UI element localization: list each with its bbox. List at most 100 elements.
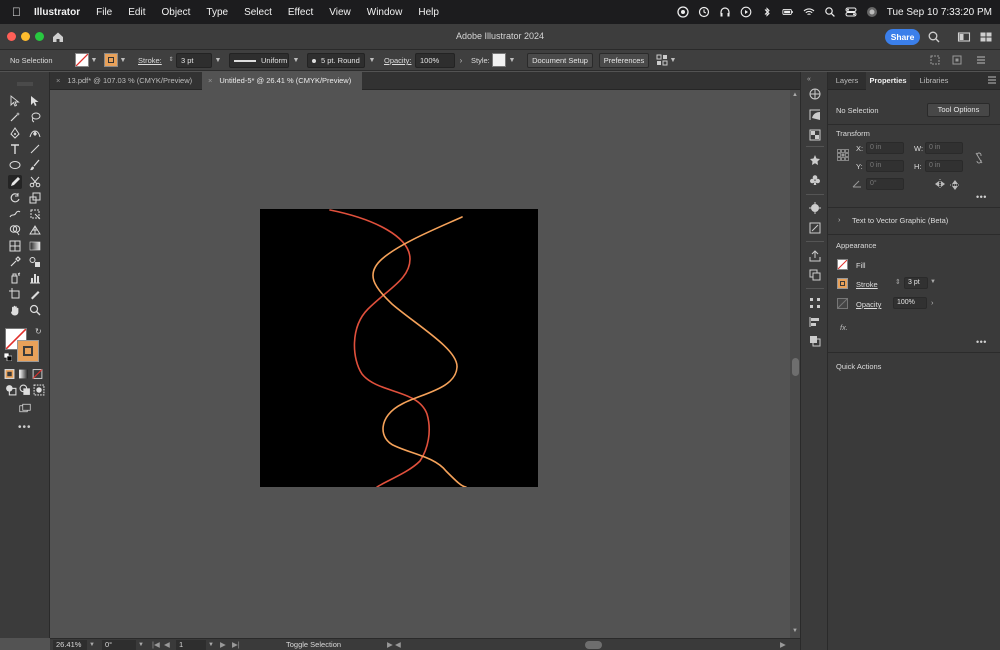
artboard[interactable]: [260, 209, 538, 487]
style-dropdown-icon[interactable]: ▼: [508, 53, 516, 68]
constrain-proportions-icon[interactable]: [974, 152, 984, 164]
scale-tool-icon[interactable]: [28, 191, 42, 205]
scroll-down-icon[interactable]: ▼: [792, 628, 798, 634]
fill-dropdown-icon[interactable]: ▼: [90, 53, 98, 68]
menu-window[interactable]: Window: [359, 7, 411, 18]
color-guide-panel-icon[interactable]: [809, 88, 821, 100]
appearance-stroke-swatch[interactable]: [837, 278, 848, 289]
opacity-label[interactable]: Opacity:: [384, 53, 412, 68]
align-icon[interactable]: [930, 55, 940, 65]
menu-edit[interactable]: Edit: [120, 7, 153, 18]
workspace-switcher-icon[interactable]: [979, 30, 993, 44]
gradient-tool-icon[interactable]: [28, 239, 42, 253]
transform-panel-icon[interactable]: [809, 297, 821, 309]
rotate-view-field[interactable]: 0°: [102, 640, 136, 650]
gradient-panel-icon[interactable]: [809, 109, 821, 121]
perspective-grid-tool-icon[interactable]: [28, 223, 42, 237]
profile-dropdown-icon[interactable]: ▼: [292, 53, 300, 68]
tab-document-2[interactable]: × Untitled-5* @ 26.41 % (CMYK/Preview): [202, 72, 362, 90]
battery-icon[interactable]: [782, 6, 794, 18]
text-to-vector-section[interactable]: Text to Vector Graphic (Beta): [852, 216, 948, 225]
menu-object[interactable]: Object: [153, 7, 198, 18]
magic-wand-tool-icon[interactable]: [8, 110, 22, 124]
orange-wave-path[interactable]: [372, 216, 467, 487]
siri-icon[interactable]: [866, 6, 878, 18]
stroke-weight-dropdown-icon[interactable]: ▼: [214, 53, 222, 68]
transform-w-field[interactable]: 0 in: [925, 142, 963, 154]
menubar-clock[interactable]: Tue Sep 10 7:33:20 PM: [887, 7, 992, 18]
scroll-right-icon[interactable]: ▶: [780, 640, 786, 650]
horizontal-scrollbar-thumb[interactable]: [585, 641, 602, 649]
menu-type[interactable]: Type: [198, 7, 236, 18]
headphones-icon[interactable]: [719, 6, 731, 18]
scroll-left-icon[interactable]: ◀: [395, 640, 401, 650]
fill-swatch[interactable]: [75, 53, 89, 67]
scissors-tool-icon[interactable]: [28, 175, 42, 189]
appearance-opacity-field[interactable]: 100%: [893, 297, 927, 309]
stroke-weight-stepper-icon[interactable]: ⇕: [167, 53, 175, 68]
appearance-stroke-weight-field[interactable]: 3 pt: [904, 277, 928, 289]
toolbar-grip-icon[interactable]: [17, 79, 33, 86]
change-screen-mode-icon[interactable]: [17, 402, 33, 414]
tab-properties[interactable]: Properties: [866, 72, 910, 90]
menu-help[interactable]: Help: [410, 7, 447, 18]
blend-tool-icon[interactable]: [28, 255, 42, 269]
brush-dropdown-icon[interactable]: ▼: [368, 53, 376, 68]
none-mode-icon[interactable]: [32, 368, 43, 379]
ellipse-tool-icon[interactable]: [8, 158, 22, 172]
artboard-dropdown-icon[interactable]: ▼: [208, 640, 214, 650]
appearance-stroke-label[interactable]: Stroke: [856, 280, 878, 289]
stroke-swatch[interactable]: [104, 53, 118, 67]
reference-point-icon[interactable]: [837, 149, 849, 161]
shape-builder-tool-icon[interactable]: [8, 223, 22, 237]
stroke-color-swatch[interactable]: [17, 340, 39, 362]
opacity-field[interactable]: 100%: [415, 53, 455, 68]
zoom-tool-icon[interactable]: [28, 303, 42, 317]
wifi-icon[interactable]: [803, 6, 815, 18]
zoom-level-field[interactable]: 26.41%: [53, 640, 87, 650]
artboard-tool-icon[interactable]: [8, 287, 22, 301]
export-panel-icon[interactable]: [809, 250, 821, 262]
direct-selection-tool-icon[interactable]: [28, 94, 42, 108]
links-panel-icon[interactable]: [809, 269, 821, 281]
spotlight-search-icon[interactable]: [824, 6, 836, 18]
control-center-icon[interactable]: [845, 6, 857, 18]
arrange-documents-icon[interactable]: [957, 30, 971, 44]
color-mode-icon[interactable]: [4, 368, 15, 379]
appearance-opacity-label[interactable]: Opacity: [856, 300, 881, 309]
warp-tool-icon[interactable]: [8, 207, 22, 221]
gradient-mode-icon[interactable]: [18, 368, 29, 379]
close-tab-icon[interactable]: ×: [56, 72, 60, 90]
rotate-tool-icon[interactable]: [8, 191, 22, 205]
tab-document-1[interactable]: × 13.pdf* @ 107.03 % (CMYK/Preview): [50, 72, 200, 90]
search-icon[interactable]: [927, 30, 941, 44]
artboard-number-field[interactable]: 1: [176, 640, 206, 650]
pathfinder-panel-icon[interactable]: [809, 335, 821, 347]
menu-effect[interactable]: Effect: [280, 7, 321, 18]
mesh-tool-icon[interactable]: [8, 239, 22, 253]
arrange-panel-icon[interactable]: [656, 54, 668, 66]
edit-toolbar-more-icon[interactable]: •••: [18, 422, 32, 433]
variable-width-profile[interactable]: Uniform: [229, 53, 289, 68]
tab-libraries[interactable]: Libraries: [912, 72, 956, 90]
club-symbols-icon[interactable]: [809, 174, 821, 186]
line-segment-tool-icon[interactable]: [28, 142, 42, 156]
vertical-scrollbar[interactable]: ▲ ▼: [790, 90, 800, 638]
zoom-dropdown-icon[interactable]: ▼: [89, 640, 95, 650]
transform-x-field[interactable]: 0 in: [866, 142, 904, 154]
brush-definition[interactable]: 5 pt. Round: [307, 53, 365, 68]
appearance-fill-swatch[interactable]: [837, 259, 848, 270]
preferences-button[interactable]: Preferences: [599, 53, 649, 68]
expand-chevron-icon[interactable]: ›: [838, 215, 841, 224]
swap-fill-stroke-icon[interactable]: ↻: [35, 328, 43, 336]
opacity-expand-icon[interactable]: ›: [457, 53, 465, 68]
draw-normal-icon[interactable]: [5, 384, 17, 396]
selection-tool-icon[interactable]: [8, 94, 22, 108]
transform-y-field[interactable]: 0 in: [866, 160, 904, 172]
stroke-weight-stepper-icon[interactable]: ⇕: [895, 278, 901, 286]
bluetooth-icon[interactable]: [761, 6, 773, 18]
paintbrush-tool-icon[interactable]: [28, 158, 42, 172]
pencil-tool-icon[interactable]: [8, 175, 22, 189]
arrange-dropdown-icon[interactable]: ▼: [669, 53, 677, 68]
creative-cloud-icon[interactable]: [677, 6, 689, 18]
